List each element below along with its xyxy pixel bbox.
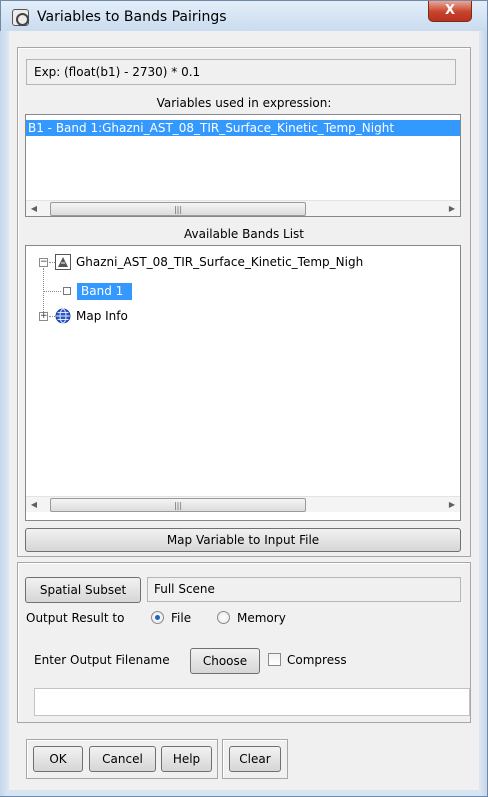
right-arrow-icon[interactable]: ▶ (444, 497, 460, 513)
spatial-subset-value: Full Scene (147, 577, 461, 602)
grip-icon: ||| (173, 205, 183, 214)
window-title: Variables to Bands Pairings (37, 9, 227, 25)
clear-button[interactable]: Clear (229, 746, 281, 772)
output-file-label[interactable]: File (171, 611, 191, 625)
left-arrow-icon[interactable]: ◀ (26, 201, 42, 216)
window-right-border (479, 31, 487, 796)
grip-icon: ||| (173, 501, 183, 510)
expression-display: Exp: (float(b1) - 2730) * 0.1 (26, 59, 456, 85)
ok-button[interactable]: OK (33, 746, 83, 772)
bands-hscrollbar[interactable]: ◀ ||| ▶ (26, 496, 460, 512)
bands-scroll-thumb[interactable]: ||| (50, 498, 306, 512)
expression-value: (float(b1) - 2730) * 0.1 (64, 65, 201, 79)
tree-node-band-1[interactable]: Band 1 (77, 283, 132, 300)
spatial-subset-button[interactable]: Spatial Subset (25, 577, 141, 603)
output-memory-label[interactable]: Memory (237, 611, 286, 625)
choose-button[interactable]: Choose (190, 648, 260, 674)
raster-file-icon (55, 254, 71, 270)
left-arrow-icon[interactable]: ◀ (26, 497, 42, 513)
output-result-label: Output Result to (26, 611, 125, 625)
globe-icon (55, 308, 71, 324)
available-bands-heading: Available Bands List (184, 227, 304, 241)
tree-node-map-info[interactable]: Map Info (76, 307, 128, 325)
compress-label[interactable]: Compress (287, 653, 347, 667)
tree-node-file[interactable]: Ghazni_AST_08_TIR_Surface_Kinetic_Temp_N… (76, 253, 363, 271)
output-filename-label: Enter Output Filename (34, 653, 170, 667)
spatial-subset-text: Full Scene (154, 582, 215, 596)
window-left-border (0, 31, 9, 796)
cancel-button[interactable]: Cancel (89, 746, 156, 772)
expression-label: Exp: (34, 65, 61, 79)
expand-icon[interactable]: + (39, 312, 48, 321)
available-bands-tree[interactable]: − Ghazni_AST_08_TIR_Surface_Kinetic_Temp… (25, 245, 461, 521)
dialog-client-area: Exp: (float(b1) - 2730) * 0.1 Variables … (9, 31, 479, 790)
output-memory-radio[interactable] (217, 611, 230, 624)
title-bar[interactable]: Variables to Bands Pairings X (1, 1, 487, 32)
map-variable-button[interactable]: Map Variable to Input File (25, 528, 461, 552)
app-icon (12, 9, 29, 26)
close-button[interactable]: X (428, 1, 472, 22)
variables-scroll-thumb[interactable]: ||| (50, 202, 306, 216)
output-filename-input[interactable] (34, 688, 470, 716)
variable-item-b1[interactable]: B1 - Band 1:Ghazni_AST_08_TIR_Surface_Ki… (26, 120, 460, 136)
help-button[interactable]: Help (161, 746, 212, 772)
collapse-icon[interactable]: − (39, 258, 48, 267)
output-file-radio[interactable] (151, 611, 164, 624)
variables-heading: Variables used in expression: (156, 96, 332, 110)
variables-hscrollbar[interactable]: ◀ ||| ▶ (26, 200, 460, 216)
right-arrow-icon[interactable]: ▶ (444, 201, 460, 216)
variables-list[interactable]: B1 - Band 1:Ghazni_AST_08_TIR_Surface_Ki… (25, 114, 461, 217)
tree-connector (43, 291, 61, 292)
compress-checkbox[interactable] (268, 653, 281, 666)
band-icon (63, 287, 71, 295)
